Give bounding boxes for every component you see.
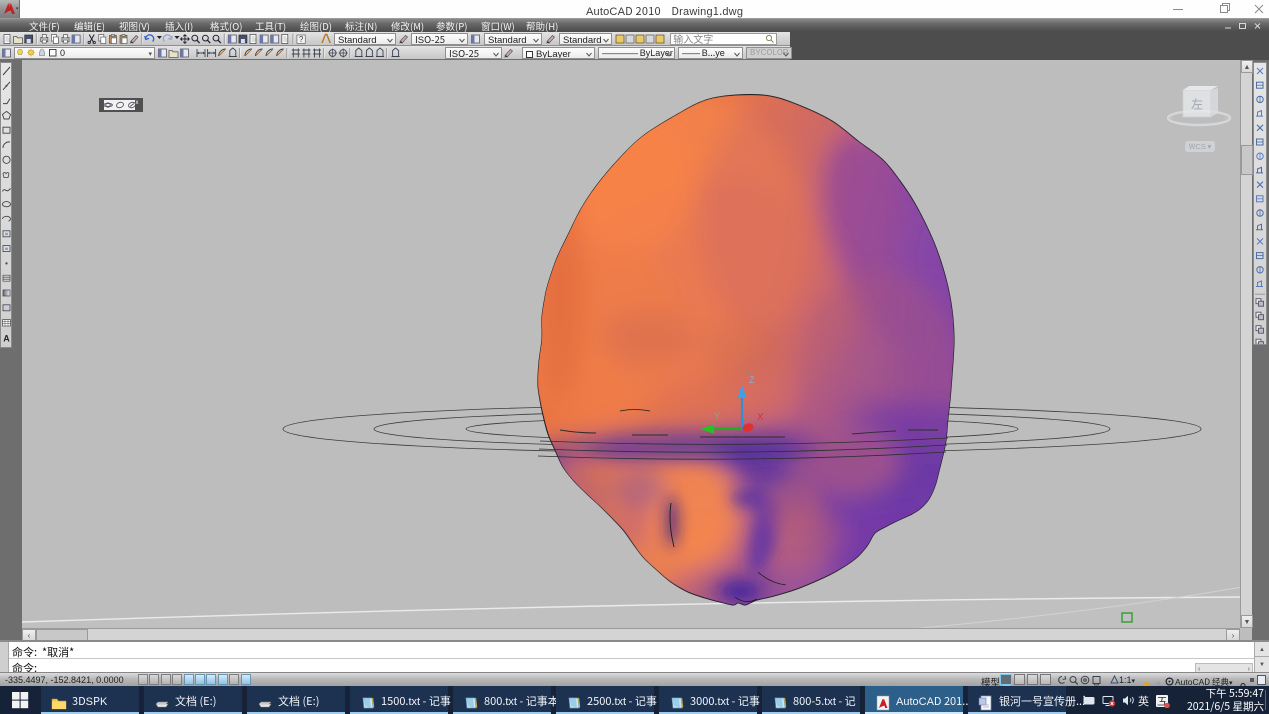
svg-text:Z: Z	[749, 375, 755, 385]
svg-text:英: 英	[1138, 694, 1149, 708]
svg-text:A: A	[3, 333, 10, 343]
svg-text:Y: Y	[714, 411, 720, 421]
svg-text:X: X	[757, 412, 764, 423]
svg-text:0: 0	[60, 48, 65, 58]
svg-text:?: ?	[299, 35, 304, 44]
svg-text:左: 左	[1191, 96, 1203, 113]
